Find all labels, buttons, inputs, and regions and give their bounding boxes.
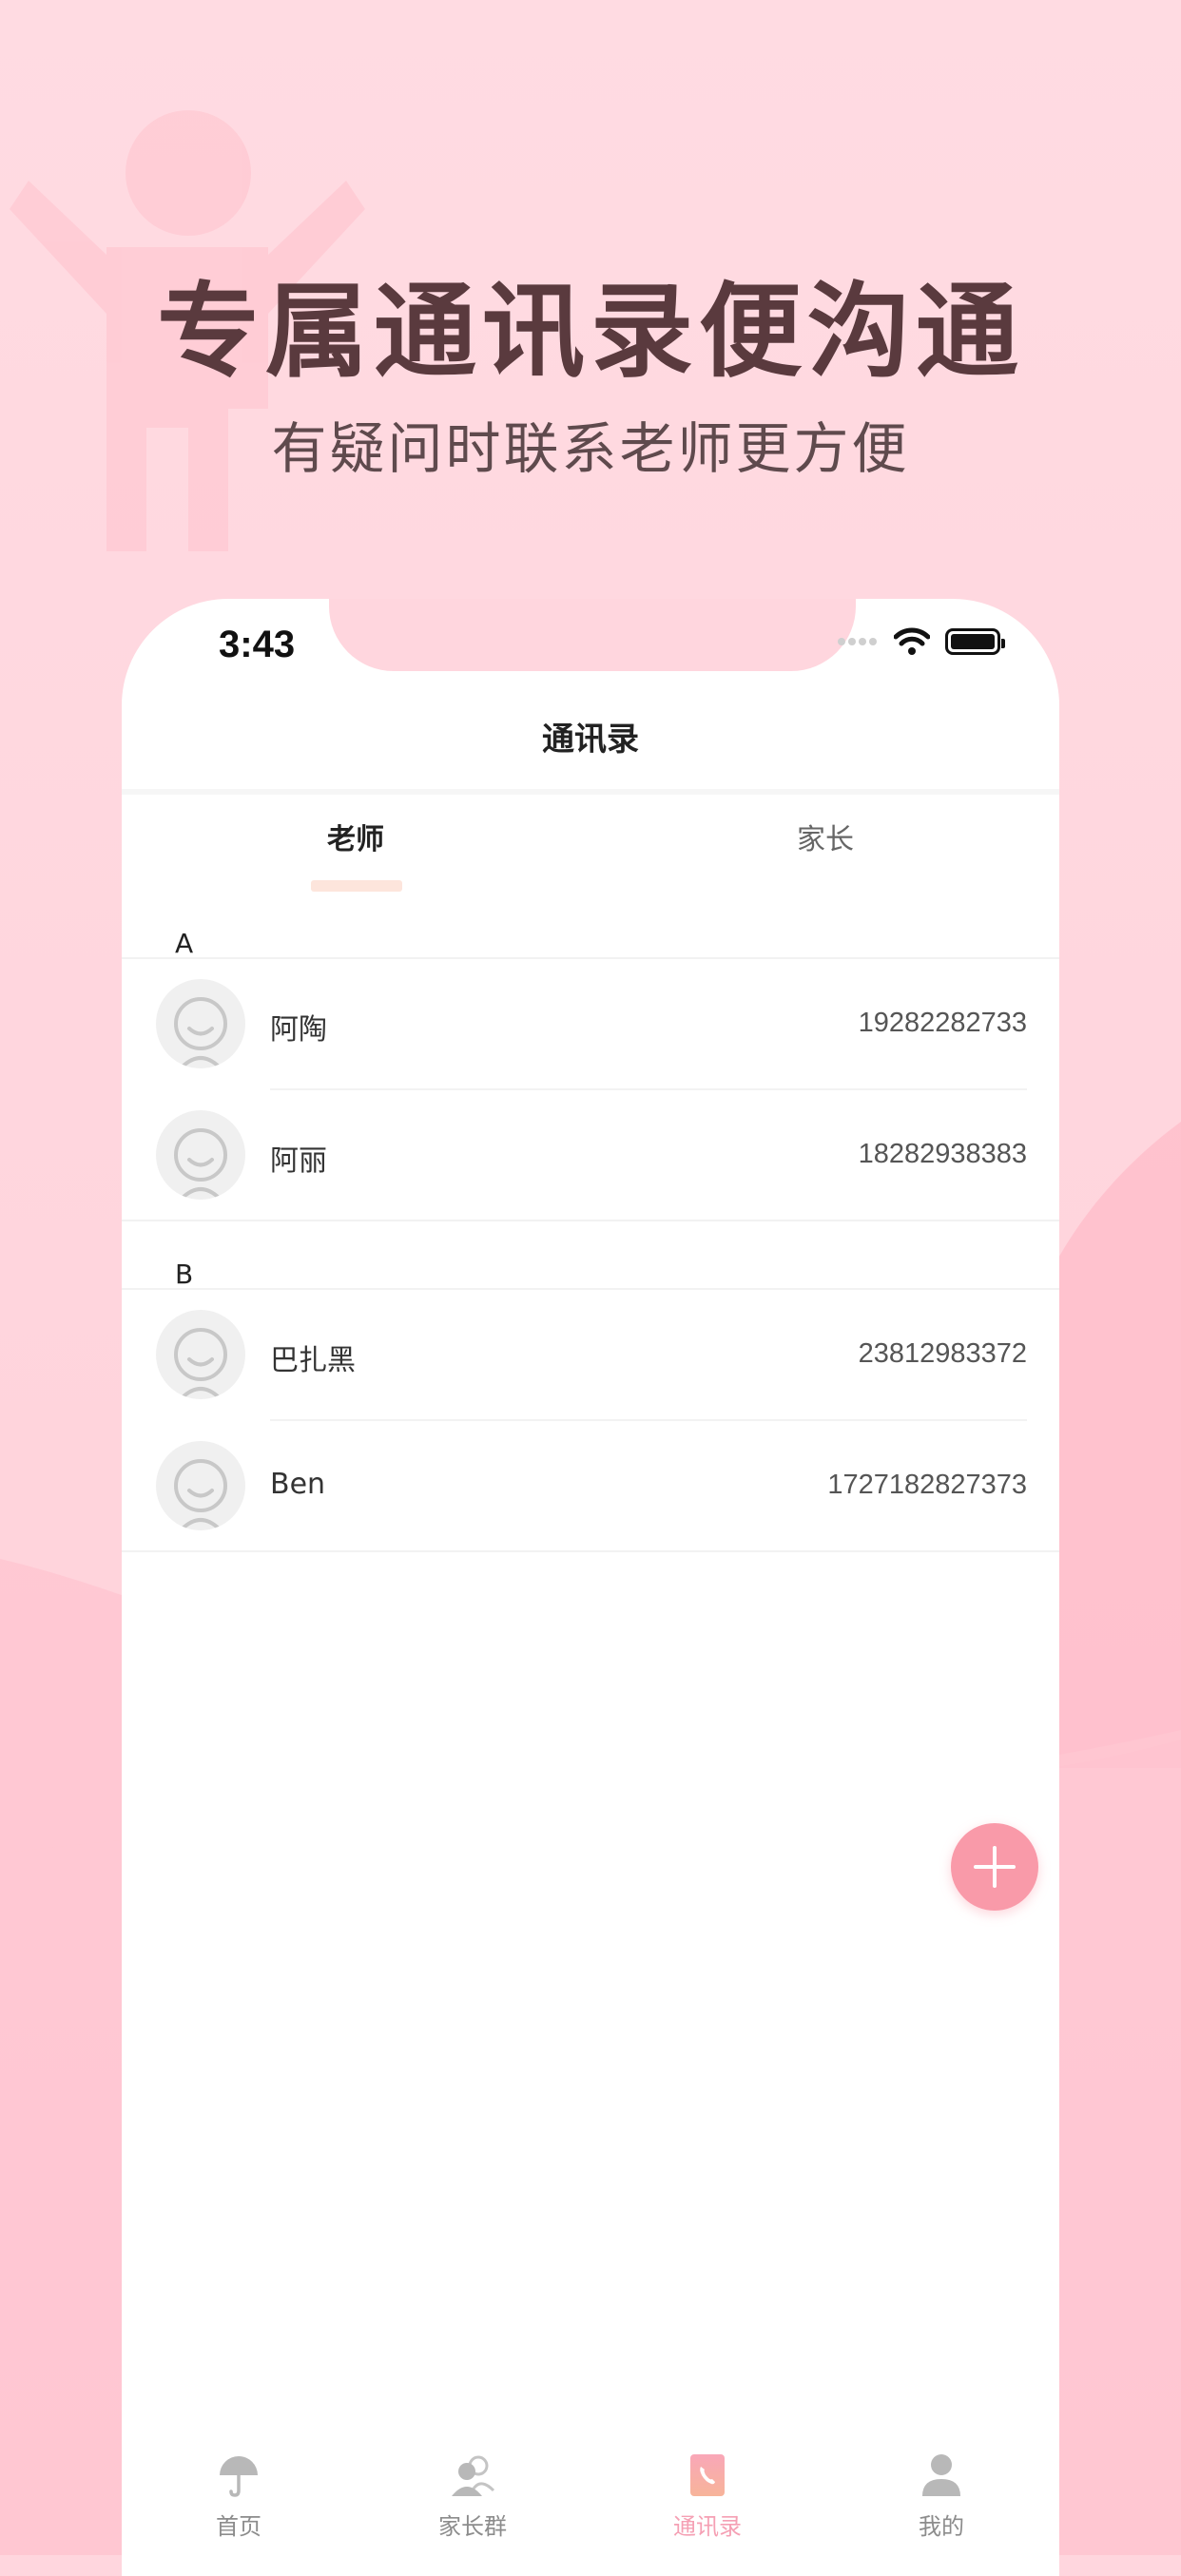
contact-name: 阿丽 — [270, 1144, 327, 1178]
avatar — [156, 1441, 245, 1530]
avatar — [156, 1310, 245, 1399]
phone-notch — [329, 599, 856, 671]
tabbar-item-profile[interactable]: 我的 — [875, 2452, 1008, 2541]
avatar — [156, 1110, 245, 1200]
phone-screen: 3:43 通讯录 老师 家长 A 阿陶 19282282733 阿丽 18282… — [122, 599, 1059, 2576]
status-icons — [837, 627, 1005, 656]
status-time: 3:43 — [219, 624, 296, 665]
contact-phone[interactable]: 19282282733 — [859, 1008, 1027, 1039]
section-header-b: B — [175, 1259, 194, 1290]
tab-indicator — [311, 880, 402, 892]
divider — [122, 1220, 1059, 1221]
contact-name: 巴扎黑 — [270, 1344, 356, 1377]
contact-name: Ben — [270, 1468, 326, 1501]
avatar — [156, 979, 245, 1068]
contact-row[interactable]: 阿丽 18282938383 — [122, 1089, 1059, 1221]
contact-name: 阿陶 — [270, 1013, 327, 1047]
plus-icon — [974, 1846, 1016, 1888]
avatar-face-icon — [174, 1459, 227, 1530]
person-icon — [922, 2454, 960, 2496]
tabbar-item-contacts[interactable]: 通讯录 — [641, 2452, 774, 2541]
contact-row[interactable]: Ben 1727182827373 — [122, 1420, 1059, 1551]
tab-teachers[interactable]: 老师 — [261, 816, 451, 857]
contact-row[interactable]: 巴扎黑 23812983372 — [122, 1289, 1059, 1420]
section-header-a: A — [175, 928, 194, 959]
tab-parents[interactable]: 家长 — [730, 816, 920, 857]
signal-icon — [838, 638, 877, 645]
promo-subline: 有疑问时联系老师更方便 — [271, 416, 910, 481]
battery-icon — [945, 628, 1005, 655]
group-icon — [452, 2455, 495, 2496]
tabbar-label: 家长群 — [438, 2513, 507, 2540]
nav-title: 通讯录 — [542, 721, 639, 759]
tabbar-label: 首页 — [216, 2513, 261, 2540]
add-contact-button[interactable] — [951, 1823, 1038, 1911]
tabbar-label: 通讯录 — [673, 2513, 742, 2540]
divider — [122, 1550, 1059, 1552]
promo-headline: 专属通讯录便沟通 — [156, 273, 1024, 392]
nav-divider — [122, 789, 1059, 795]
wifi-icon — [894, 627, 930, 655]
avatar-face-icon — [174, 1328, 227, 1399]
tabbar-item-home[interactable]: 首页 — [172, 2452, 305, 2541]
avatar-face-icon — [174, 1128, 227, 1200]
contact-phone[interactable]: 23812983372 — [859, 1338, 1027, 1370]
contact-phone[interactable]: 18282938383 — [859, 1139, 1027, 1170]
phone-book-icon — [690, 2454, 725, 2496]
contact-phone[interactable]: 1727182827373 — [827, 1470, 1027, 1501]
avatar-face-icon — [174, 997, 227, 1068]
tabbar-item-parent-group[interactable]: 家长群 — [406, 2452, 539, 2541]
contact-row[interactable]: 阿陶 19282282733 — [122, 958, 1059, 1089]
umbrella-icon — [220, 2456, 258, 2497]
tabbar-label: 我的 — [919, 2513, 964, 2540]
